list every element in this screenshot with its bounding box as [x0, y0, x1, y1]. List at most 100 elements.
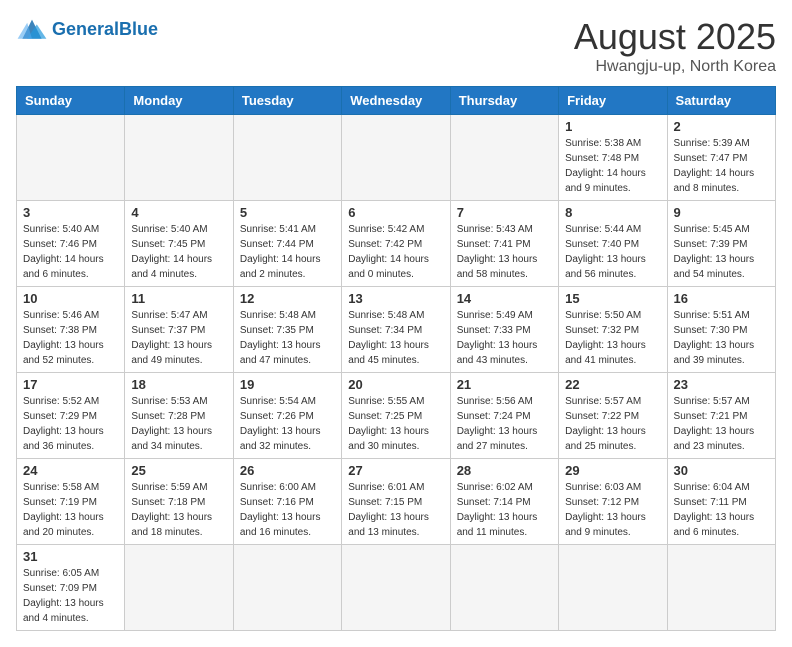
day-number: 3	[23, 205, 118, 220]
day-number: 2	[674, 119, 769, 134]
calendar-cell: 10 Sunrise: 5:46 AM Sunset: 7:38 PM Dayli…	[17, 287, 125, 373]
day-info: Sunrise: 5:56 AM Sunset: 7:24 PM Dayligh…	[457, 394, 552, 454]
day-number: 10	[23, 291, 118, 306]
calendar-cell: 23 Sunrise: 5:57 AM Sunset: 7:21 PM Dayli…	[667, 373, 775, 459]
calendar-cell: 17 Sunrise: 5:52 AM Sunset: 7:29 PM Dayli…	[17, 373, 125, 459]
calendar-cell	[125, 115, 233, 201]
calendar-cell: 28 Sunrise: 6:02 AM Sunset: 7:14 PM Dayli…	[450, 459, 558, 545]
day-info: Sunrise: 5:40 AM Sunset: 7:45 PM Dayligh…	[131, 222, 226, 282]
calendar-cell: 30Sunrise: 6:04 AM Sunset: 7:11 PM Dayli…	[667, 459, 775, 545]
day-info: Sunrise: 6:03 AM Sunset: 7:12 PM Dayligh…	[565, 480, 660, 540]
page-header: GeneralBlue August 2025 Hwangju-up, Nort…	[16, 16, 776, 76]
day-number: 20	[348, 377, 443, 392]
calendar-cell: 21 Sunrise: 5:56 AM Sunset: 7:24 PM Dayli…	[450, 373, 558, 459]
weekday-header-row: SundayMondayTuesdayWednesdayThursdayFrid…	[17, 87, 776, 115]
calendar-cell: 31Sunrise: 6:05 AM Sunset: 7:09 PM Dayli…	[17, 545, 125, 631]
day-info: Sunrise: 6:02 AM Sunset: 7:14 PM Dayligh…	[457, 480, 552, 540]
day-number: 8	[565, 205, 660, 220]
calendar-cell	[17, 115, 125, 201]
calendar-cell: 22 Sunrise: 5:57 AM Sunset: 7:22 PM Dayli…	[559, 373, 667, 459]
calendar-cell: 8 Sunrise: 5:44 AM Sunset: 7:40 PM Daylig…	[559, 201, 667, 287]
calendar-cell: 29 Sunrise: 6:03 AM Sunset: 7:12 PM Dayli…	[559, 459, 667, 545]
calendar-cell: 9 Sunrise: 5:45 AM Sunset: 7:39 PM Daylig…	[667, 201, 775, 287]
calendar-cell: 15Sunrise: 5:50 AM Sunset: 7:32 PM Dayli…	[559, 287, 667, 373]
calendar-week-2: 10 Sunrise: 5:46 AM Sunset: 7:38 PM Dayli…	[17, 287, 776, 373]
day-info: Sunrise: 5:55 AM Sunset: 7:25 PM Dayligh…	[348, 394, 443, 454]
calendar-cell	[125, 545, 233, 631]
calendar-cell: 5Sunrise: 5:41 AM Sunset: 7:44 PM Daylig…	[233, 201, 341, 287]
day-info: Sunrise: 5:43 AM Sunset: 7:41 PM Dayligh…	[457, 222, 552, 282]
day-info: Sunrise: 5:54 AM Sunset: 7:26 PM Dayligh…	[240, 394, 335, 454]
day-number: 21	[457, 377, 552, 392]
day-number: 27	[348, 463, 443, 478]
day-info: Sunrise: 5:58 AM Sunset: 7:19 PM Dayligh…	[23, 480, 118, 540]
calendar-week-1: 3 Sunrise: 5:40 AM Sunset: 7:46 PM Daylig…	[17, 201, 776, 287]
day-info: Sunrise: 5:48 AM Sunset: 7:35 PM Dayligh…	[240, 308, 335, 368]
calendar-cell: 4Sunrise: 5:40 AM Sunset: 7:45 PM Daylig…	[125, 201, 233, 287]
calendar-cell: 24Sunrise: 5:58 AM Sunset: 7:19 PM Dayli…	[17, 459, 125, 545]
logo: GeneralBlue	[16, 16, 158, 44]
day-info: Sunrise: 5:52 AM Sunset: 7:29 PM Dayligh…	[23, 394, 118, 454]
calendar-cell: 11 Sunrise: 5:47 AM Sunset: 7:37 PM Dayli…	[125, 287, 233, 373]
day-info: Sunrise: 5:39 AM Sunset: 7:47 PM Dayligh…	[674, 136, 769, 196]
logo-text: GeneralBlue	[52, 20, 158, 40]
calendar-cell: 2 Sunrise: 5:39 AM Sunset: 7:47 PM Daylig…	[667, 115, 775, 201]
weekday-header-tuesday: Tuesday	[233, 87, 341, 115]
weekday-header-thursday: Thursday	[450, 87, 558, 115]
day-info: Sunrise: 5:59 AM Sunset: 7:18 PM Dayligh…	[131, 480, 226, 540]
day-number: 11	[131, 291, 226, 306]
calendar-week-4: 24Sunrise: 5:58 AM Sunset: 7:19 PM Dayli…	[17, 459, 776, 545]
day-info: Sunrise: 5:47 AM Sunset: 7:37 PM Dayligh…	[131, 308, 226, 368]
day-number: 29	[565, 463, 660, 478]
day-number: 28	[457, 463, 552, 478]
calendar-cell	[450, 545, 558, 631]
calendar-cell: 20 Sunrise: 5:55 AM Sunset: 7:25 PM Dayli…	[342, 373, 450, 459]
calendar-cell: 7Sunrise: 5:43 AM Sunset: 7:41 PM Daylig…	[450, 201, 558, 287]
calendar-cell: 1Sunrise: 5:38 AM Sunset: 7:48 PM Daylig…	[559, 115, 667, 201]
day-number: 17	[23, 377, 118, 392]
day-number: 31	[23, 549, 118, 564]
calendar-cell: 12 Sunrise: 5:48 AM Sunset: 7:35 PM Dayli…	[233, 287, 341, 373]
day-info: Sunrise: 5:57 AM Sunset: 7:21 PM Dayligh…	[674, 394, 769, 454]
day-info: Sunrise: 6:00 AM Sunset: 7:16 PM Dayligh…	[240, 480, 335, 540]
calendar-cell: 3 Sunrise: 5:40 AM Sunset: 7:46 PM Daylig…	[17, 201, 125, 287]
day-number: 12	[240, 291, 335, 306]
day-info: Sunrise: 5:40 AM Sunset: 7:46 PM Dayligh…	[23, 222, 118, 282]
day-info: Sunrise: 5:49 AM Sunset: 7:33 PM Dayligh…	[457, 308, 552, 368]
calendar-cell	[667, 545, 775, 631]
day-info: Sunrise: 6:01 AM Sunset: 7:15 PM Dayligh…	[348, 480, 443, 540]
calendar-cell	[450, 115, 558, 201]
calendar-cell	[233, 115, 341, 201]
day-number: 22	[565, 377, 660, 392]
day-info: Sunrise: 5:42 AM Sunset: 7:42 PM Dayligh…	[348, 222, 443, 282]
day-number: 23	[674, 377, 769, 392]
calendar-cell: 26Sunrise: 6:00 AM Sunset: 7:16 PM Dayli…	[233, 459, 341, 545]
weekday-header-saturday: Saturday	[667, 87, 775, 115]
calendar-cell: 25 Sunrise: 5:59 AM Sunset: 7:18 PM Dayli…	[125, 459, 233, 545]
weekday-header-sunday: Sunday	[17, 87, 125, 115]
day-number: 18	[131, 377, 226, 392]
title-section: August 2025 Hwangju-up, North Korea	[574, 16, 776, 76]
day-number: 6	[348, 205, 443, 220]
day-info: Sunrise: 5:48 AM Sunset: 7:34 PM Dayligh…	[348, 308, 443, 368]
day-info: Sunrise: 5:57 AM Sunset: 7:22 PM Dayligh…	[565, 394, 660, 454]
day-info: Sunrise: 5:50 AM Sunset: 7:32 PM Dayligh…	[565, 308, 660, 368]
day-info: Sunrise: 5:45 AM Sunset: 7:39 PM Dayligh…	[674, 222, 769, 282]
day-number: 25	[131, 463, 226, 478]
weekday-header-monday: Monday	[125, 87, 233, 115]
day-info: Sunrise: 5:51 AM Sunset: 7:30 PM Dayligh…	[674, 308, 769, 368]
location-title: Hwangju-up, North Korea	[574, 58, 776, 76]
weekday-header-friday: Friday	[559, 87, 667, 115]
calendar-cell: 18Sunrise: 5:53 AM Sunset: 7:28 PM Dayli…	[125, 373, 233, 459]
calendar-cell: 14Sunrise: 5:49 AM Sunset: 7:33 PM Dayli…	[450, 287, 558, 373]
day-number: 9	[674, 205, 769, 220]
calendar-cell	[233, 545, 341, 631]
day-number: 19	[240, 377, 335, 392]
day-info: Sunrise: 5:46 AM Sunset: 7:38 PM Dayligh…	[23, 308, 118, 368]
month-title: August 2025	[574, 16, 776, 58]
weekday-header-wednesday: Wednesday	[342, 87, 450, 115]
day-info: Sunrise: 5:44 AM Sunset: 7:40 PM Dayligh…	[565, 222, 660, 282]
calendar-week-3: 17 Sunrise: 5:52 AM Sunset: 7:29 PM Dayli…	[17, 373, 776, 459]
calendar-cell	[342, 115, 450, 201]
day-number: 30	[674, 463, 769, 478]
